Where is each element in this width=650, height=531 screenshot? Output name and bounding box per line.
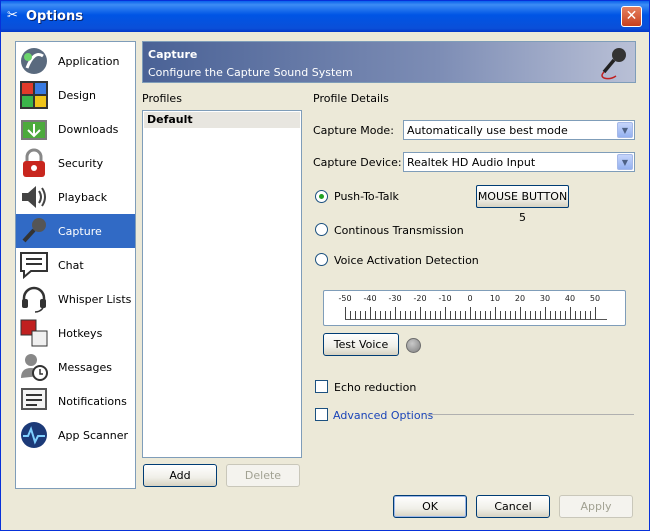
app-scanner-icon <box>21 422 47 448</box>
chat-icon <box>20 252 48 280</box>
meter-tick-label: 0 <box>467 294 473 303</box>
page-subtitle: Configure the Capture Sound System <box>148 66 353 79</box>
continuous-transmission-radio[interactable] <box>315 223 328 236</box>
apply-button[interactable]: Apply <box>559 495 633 518</box>
voice-activation-radio[interactable] <box>315 253 328 266</box>
advanced-options-label[interactable]: Advanced Options <box>333 409 433 422</box>
headset-icon <box>22 286 46 313</box>
capture-mode-select[interactable]: Automatically use best mode ▼ <box>403 120 635 140</box>
voice-indicator-led <box>406 338 421 353</box>
close-button[interactable]: ✕ <box>621 6 642 27</box>
notifications-icon <box>21 388 47 410</box>
sidebar-item-label: Downloads <box>58 123 119 136</box>
push-to-talk-hotkey-button[interactable]: MOUSE BUTTON 5 <box>476 185 569 224</box>
design-icon <box>20 81 48 109</box>
echo-reduction-checkbox[interactable] <box>315 380 328 393</box>
advanced-options-divider <box>426 414 634 415</box>
hotkeys-icon <box>20 319 48 347</box>
playback-speaker-icon <box>22 186 46 208</box>
capture-header: Capture Configure the Capture Sound Syst… <box>142 41 636 83</box>
sidebar-item-design[interactable]: Design <box>16 78 135 112</box>
meter-tick-label: 30 <box>539 294 551 303</box>
voice-activation-label: Voice Activation Detection <box>334 254 479 267</box>
capture-mode-value: Automatically use best mode <box>407 124 568 137</box>
add-profile-button[interactable]: Add <box>143 464 217 487</box>
capture-device-value: Realtek HD Audio Input <box>407 156 536 169</box>
window-title: Options <box>26 9 83 24</box>
sidebar-item-security[interactable]: Security <box>16 146 135 180</box>
sidebar-item-label: Playback <box>58 191 108 204</box>
echo-reduction-label: Echo reduction <box>334 381 417 394</box>
sidebar-item-label: Notifications <box>58 395 127 408</box>
meter-ticks <box>345 307 596 319</box>
continuous-transmission-label: Continous Transmission <box>334 224 464 237</box>
meter-tick-label: 10 <box>489 294 501 303</box>
sidebar-item-notifications[interactable]: Notifications <box>16 384 135 418</box>
sidebar-item-messages[interactable]: Messages <box>16 350 135 384</box>
delete-profile-button[interactable]: Delete <box>226 464 300 487</box>
meter-tick-label: 50 <box>589 294 601 303</box>
meter-tick-label: -20 <box>413 294 427 303</box>
capture-device-label: Capture Device: <box>313 156 402 169</box>
capture-device-select[interactable]: Realtek HD Audio Input ▼ <box>403 152 635 172</box>
sidebar-item-label: Hotkeys <box>58 327 103 340</box>
sidebar-item-label: Security <box>58 157 104 170</box>
sidebar-item-label: Whisper Lists <box>58 293 132 306</box>
application-icon <box>21 48 47 74</box>
chevron-down-icon[interactable]: ▼ <box>617 122 633 138</box>
sidebar-item-label: Capture <box>58 225 102 238</box>
meter-tick-label: -30 <box>388 294 402 303</box>
options-window: ✂ Options ✕ Application Design Downloads… <box>0 0 650 531</box>
sidebar-item-downloads[interactable]: Downloads <box>16 112 135 146</box>
sidebar-item-chat[interactable]: Chat <box>16 248 135 282</box>
push-to-talk-label: Push-To-Talk <box>334 190 399 203</box>
meter-tick-label: 40 <box>564 294 576 303</box>
downloads-icon <box>21 120 47 140</box>
sidebar-item-application[interactable]: Application <box>16 44 135 78</box>
sidebar-item-hotkeys[interactable]: Hotkeys <box>16 316 135 350</box>
meter-baseline <box>345 319 607 320</box>
chevron-down-icon[interactable]: ▼ <box>617 154 633 170</box>
app-icon: ✂ <box>7 8 18 23</box>
sidebar-item-label: Application <box>58 55 120 68</box>
sidebar-item-capture[interactable]: Capture <box>16 214 135 248</box>
messages-icon <box>21 354 48 381</box>
ok-button[interactable]: OK <box>393 495 467 518</box>
sidebar-item-playback[interactable]: Playback <box>16 180 135 214</box>
cancel-button[interactable]: Cancel <box>476 495 550 518</box>
test-voice-button[interactable]: Test Voice <box>323 333 399 356</box>
sidebar-item-label: Design <box>58 89 96 102</box>
page-title: Capture <box>148 48 198 61</box>
sidebar-item-label: App Scanner <box>58 429 128 442</box>
meter-tick-label: -10 <box>438 294 452 303</box>
security-lock-icon <box>23 148 45 177</box>
push-to-talk-radio[interactable] <box>315 190 328 203</box>
profiles-list[interactable]: Default <box>142 110 302 458</box>
sidebar-item-whisper-lists[interactable]: Whisper Lists <box>16 282 135 316</box>
profile-details-label: Profile Details <box>313 92 389 105</box>
microphone-icon <box>22 218 46 243</box>
close-icon: ✕ <box>625 8 638 24</box>
profiles-label: Profiles <box>142 92 182 105</box>
meter-tick-label: -50 <box>338 294 352 303</box>
list-item[interactable]: Default <box>144 112 300 128</box>
meter-tick-label: -40 <box>363 294 377 303</box>
title-bar[interactable]: ✂ Options ✕ <box>1 1 649 32</box>
microphone-icon <box>601 48 626 80</box>
sidebar-item-label: Messages <box>58 361 112 374</box>
capture-mode-label: Capture Mode: <box>313 124 394 137</box>
sidebar-item-app-scanner[interactable]: App Scanner <box>16 418 135 452</box>
voice-level-meter[interactable]: -50 -40 -30 -20 -10 0 10 20 30 40 50 <box>323 290 626 326</box>
advanced-options-checkbox[interactable] <box>315 408 328 421</box>
category-sidebar: Application Design Downloads Security Pl… <box>15 41 136 489</box>
meter-tick-label: 20 <box>514 294 526 303</box>
sidebar-item-label: Chat <box>58 259 84 272</box>
